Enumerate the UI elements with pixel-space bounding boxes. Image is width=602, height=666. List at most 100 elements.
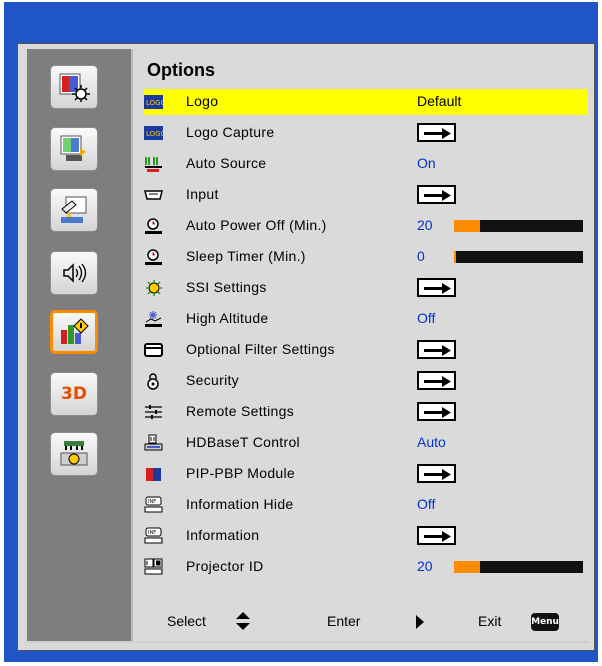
- svg-text:LOGO: LOGO: [146, 99, 163, 107]
- level-bar[interactable]: [454, 220, 583, 232]
- right-arrow-icon: [424, 283, 451, 294]
- menu-row-value: Off: [417, 310, 436, 326]
- menu-row-optional-filter[interactable]: Optional Filter Settings: [144, 337, 588, 363]
- category-display-button[interactable]: [50, 127, 98, 171]
- logo-icon: LOGO: [144, 95, 163, 109]
- information-hide-icon: INF: [144, 496, 163, 513]
- menu-row-label: Security: [186, 372, 239, 388]
- panel-bottom-line: [27, 641, 589, 643]
- security-lock-icon: [147, 373, 159, 390]
- footer-exit-label: Exit: [478, 613, 502, 629]
- input-icon: [144, 190, 163, 200]
- category-setup-button[interactable]: [50, 188, 98, 232]
- menu-row-high-altitude[interactable]: High Altitude Off: [144, 306, 588, 332]
- ssi-settings-icon: [146, 280, 162, 296]
- category-lan-button[interactable]: [50, 432, 98, 476]
- menu-row-label: Projector ID: [186, 558, 264, 574]
- menu-row-logo[interactable]: LOGO Logo Default: [144, 89, 588, 115]
- menu-row-label: Sleep Timer (Min.): [186, 248, 306, 264]
- menu-row-value: Auto: [417, 434, 446, 450]
- level-bar-fill: [454, 561, 480, 573]
- lan-icon: [60, 441, 88, 466]
- footer-enter-label: Enter: [327, 613, 361, 629]
- menu-row-remote-settings[interactable]: Remote Settings: [144, 399, 588, 425]
- information-icon: INF: [144, 527, 163, 544]
- up-down-arrow-icon: [236, 612, 250, 630]
- menu-row-label: Remote Settings: [186, 403, 294, 419]
- remote-settings-icon: [145, 405, 162, 419]
- menu-row-value: On: [417, 155, 436, 171]
- submenu-arrow-button[interactable]: [417, 371, 456, 390]
- footer-select-label: Select: [167, 613, 206, 629]
- menu-row-auto-power-off[interactable]: Auto Power Off (Min.) 20: [144, 213, 588, 239]
- category-options-button[interactable]: [50, 310, 98, 354]
- submenu-arrow-button[interactable]: [417, 123, 456, 142]
- submenu-arrow-button[interactable]: [417, 340, 456, 359]
- auto-power-off-icon: [145, 218, 162, 234]
- menu-row-label: SSI Settings: [186, 279, 267, 295]
- image-settings-icon: [59, 73, 90, 102]
- submenu-arrow-button[interactable]: [417, 402, 456, 421]
- menu-row-information[interactable]: INF Information: [144, 523, 588, 549]
- submenu-arrow-button[interactable]: [417, 464, 456, 483]
- volume-icon: [63, 263, 87, 283]
- menu-row-label: Information: [186, 527, 260, 543]
- category-3d-button[interactable]: 3D: [50, 372, 98, 416]
- menu-row-value: Default: [417, 93, 462, 109]
- submenu-arrow-button[interactable]: [417, 278, 456, 297]
- 3d-icon: 3D: [61, 384, 87, 404]
- category-audio-button[interactable]: [50, 251, 98, 295]
- logo-capture-icon: LOGO: [144, 126, 163, 140]
- menu-row-label: PIP-PBP Module: [186, 465, 295, 481]
- level-bar-fill: [454, 220, 480, 232]
- display-settings-icon: [60, 135, 86, 161]
- menu-row-value: 20: [417, 558, 433, 574]
- high-altitude-icon: [145, 311, 162, 327]
- submenu-arrow-button[interactable]: [417, 185, 456, 204]
- menu-row-auto-source[interactable]: Auto Source On: [144, 151, 588, 177]
- menu-key-icon: Menu: [531, 613, 559, 631]
- options-icon: [61, 318, 89, 344]
- sleep-timer-icon: [145, 249, 162, 265]
- menu-row-label: High Altitude: [186, 310, 269, 326]
- submenu-arrow-button[interactable]: [417, 526, 456, 545]
- auto-source-icon: [145, 157, 162, 172]
- right-arrow-icon: [424, 531, 451, 542]
- right-arrow-icon: [424, 469, 451, 480]
- menu-row-value: 20: [417, 217, 433, 233]
- right-arrow-icon: [424, 345, 451, 356]
- menu-row-sleep-timer[interactable]: Sleep Timer (Min.) 0: [144, 244, 588, 270]
- menu-row-pip-pbp[interactable]: PIP-PBP Module: [144, 461, 588, 487]
- menu-row-label: Auto Power Off (Min.): [186, 217, 327, 233]
- page-title: Options: [147, 60, 215, 80]
- level-bar[interactable]: [454, 251, 583, 263]
- menu-row-security[interactable]: Security: [144, 368, 588, 394]
- menu-row-label: Optional Filter Settings: [186, 341, 335, 357]
- menu-row-label: Logo Capture: [186, 124, 275, 140]
- menu-row-label: Auto Source: [186, 155, 267, 171]
- menu-row-information-hide[interactable]: INF Information Hide Off: [144, 492, 588, 518]
- setup-icon: [61, 196, 87, 223]
- level-bar[interactable]: [454, 561, 583, 573]
- menu-row-value: Off: [417, 496, 436, 512]
- menu-row-label: Logo: [186, 93, 219, 109]
- right-arrow-icon: [424, 128, 451, 139]
- menu-row-hdbaset-control[interactable]: HDBaseT Control Auto: [144, 430, 588, 456]
- menu-row-ssi-settings[interactable]: SSI Settings: [144, 275, 588, 301]
- svg-text:INF: INF: [148, 530, 156, 536]
- menu-row-value: 0: [417, 248, 425, 264]
- right-arrow-icon: [424, 407, 451, 418]
- projector-id-icon: [144, 558, 163, 575]
- right-arrow-icon: [424, 376, 451, 387]
- menu-row-input[interactable]: Input: [144, 182, 588, 208]
- sidebar-divider: [131, 49, 133, 641]
- menu-row-logo-capture[interactable]: LOGO Logo Capture: [144, 120, 588, 146]
- filter-icon: [144, 343, 163, 357]
- svg-text:LOGO: LOGO: [146, 130, 163, 138]
- menu-row-label: HDBaseT Control: [186, 434, 300, 450]
- menu-row-projector-id[interactable]: Projector ID 20: [144, 554, 588, 580]
- category-image-button[interactable]: [50, 65, 98, 109]
- menu-row-label: Input: [186, 186, 219, 202]
- svg-text:INF: INF: [148, 499, 156, 505]
- right-arrow-icon: [424, 190, 451, 201]
